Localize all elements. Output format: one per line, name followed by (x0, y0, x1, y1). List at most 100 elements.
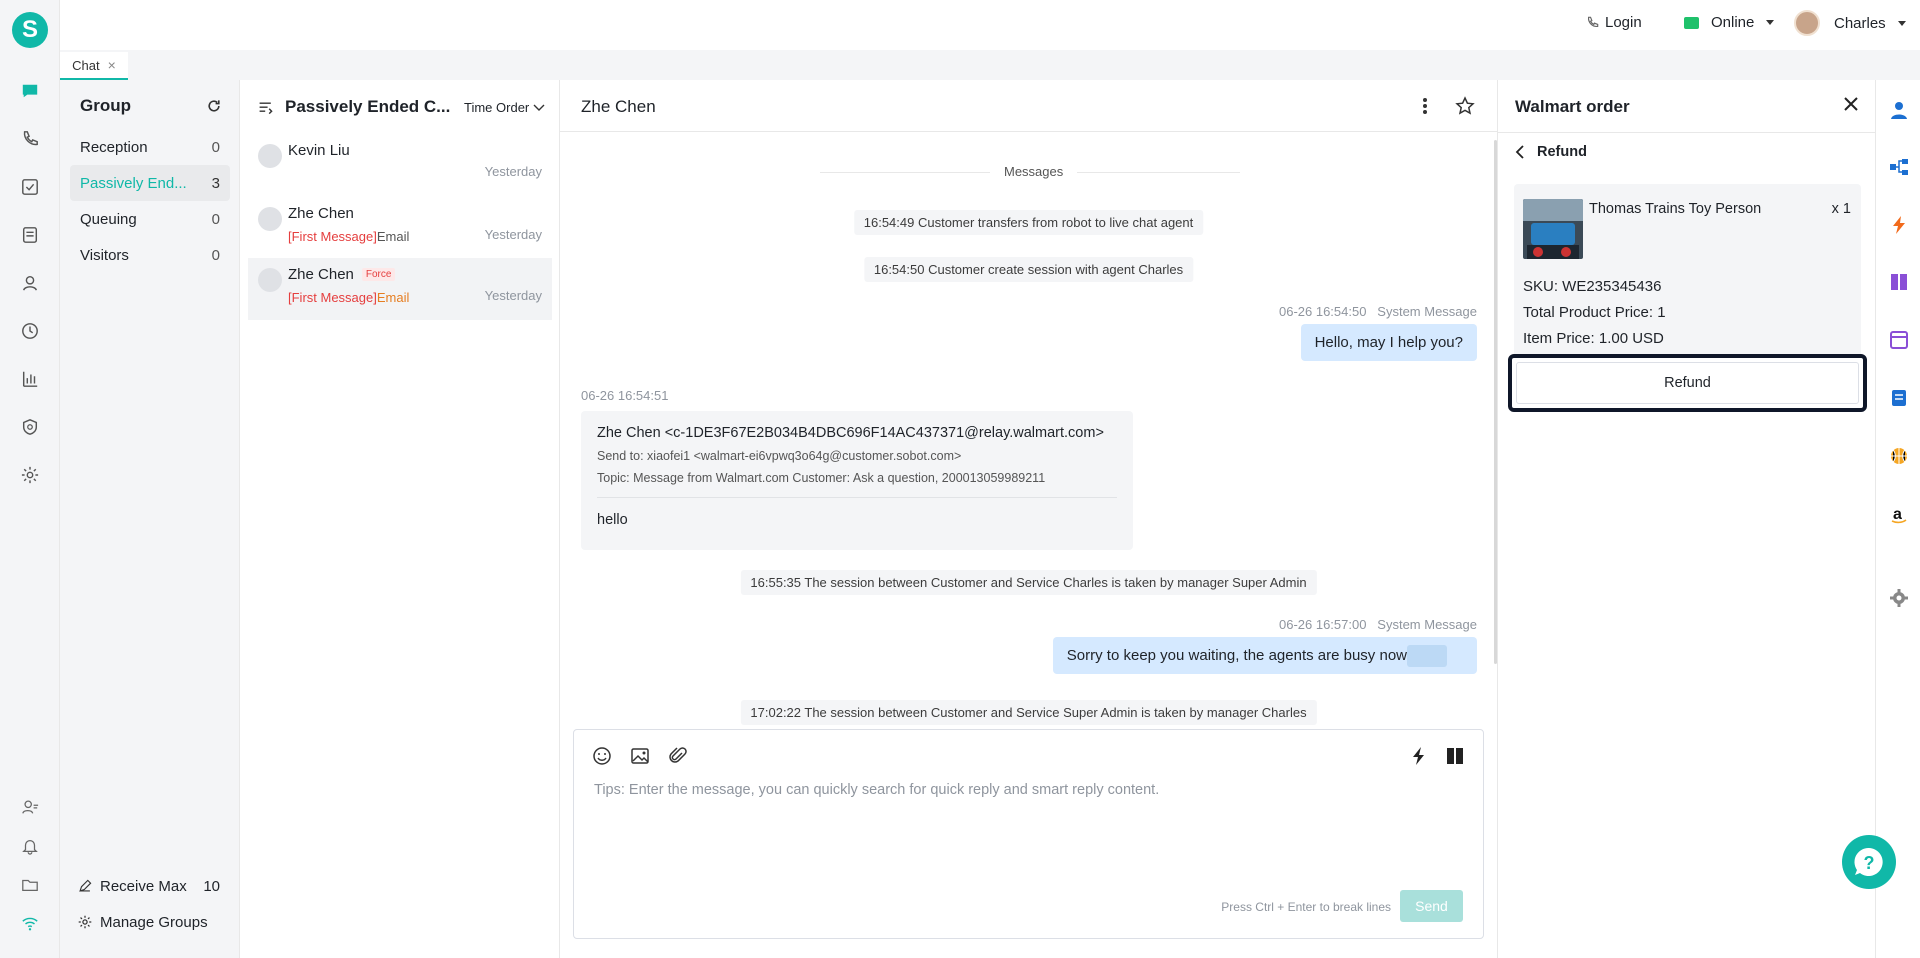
conversation-item[interactable]: Kevin Liu Yesterday (248, 134, 552, 196)
status-dropdown[interactable]: Online (1684, 14, 1775, 31)
login-link[interactable]: Login (1586, 14, 1642, 31)
item-price-text: Item Price: 1.00 USD (1523, 330, 1664, 347)
history-icon[interactable] (19, 320, 41, 342)
knowledge-book-icon[interactable] (1446, 746, 1464, 771)
attachment-icon[interactable] (668, 746, 688, 771)
tab-chat[interactable]: Chat × (60, 52, 128, 80)
group-item-queuing[interactable]: Queuing 0 (80, 202, 220, 236)
svg-text:?: ? (1864, 853, 1875, 873)
tab-strip: Chat × (60, 50, 1920, 80)
chat-contact-name: Zhe Chen (581, 97, 656, 116)
avatar (258, 144, 282, 168)
receive-max-label: Receive Max (100, 877, 187, 895)
close-icon[interactable] (1843, 96, 1859, 117)
first-message-tag: [First Message] (288, 229, 377, 244)
contact-name: Zhe Chen (288, 205, 354, 222)
folder-icon[interactable] (19, 874, 41, 896)
basketball-icon[interactable] (1889, 446, 1909, 466)
lightning-icon[interactable] (1889, 215, 1909, 235)
chat-icon[interactable] (19, 80, 41, 102)
settings-gear-icon[interactable] (19, 464, 41, 486)
order-panel: Walmart order Refund Thomas Trains Toy P… (1497, 80, 1876, 958)
channel-label: Email (376, 290, 410, 305)
crm-flow-icon[interactable] (1889, 157, 1909, 177)
message-sender: System Message (1377, 617, 1477, 632)
message-time: 06-26 16:54:50 (1278, 304, 1367, 319)
email-message-card: Zhe Chen <c-1DE3F67E2B034B4DBC696F14AC43… (581, 411, 1133, 550)
quality-icon[interactable] (19, 416, 41, 438)
phone-small-icon (1588, 16, 1599, 27)
system-notice: 17:02:22 The session between Customer an… (740, 700, 1317, 725)
refund-button[interactable]: Refund (1516, 362, 1859, 404)
tickets-icon[interactable] (19, 224, 41, 246)
back-button[interactable]: Refund (1515, 144, 1587, 160)
manage-groups-button[interactable]: Manage Groups (78, 905, 220, 939)
more-vertical-icon[interactable] (1422, 97, 1428, 120)
quick-reply-lightning-icon[interactable] (1410, 746, 1428, 771)
star-icon[interactable] (1455, 96, 1475, 121)
receive-max-control[interactable]: Receive Max 10 (78, 869, 220, 903)
system-notice: 16:54:49 Customer transfers from robot t… (853, 210, 1204, 235)
user-menu[interactable]: Charles (1794, 10, 1906, 36)
contacts-icon[interactable] (19, 272, 41, 294)
reports-icon[interactable] (19, 368, 41, 390)
phone-icon[interactable] (19, 128, 41, 150)
conversation-name: Zhe Chen (288, 205, 354, 222)
group-item-passively-ended[interactable]: Passively End... 3 (80, 166, 220, 200)
amazon-icon[interactable]: a (1889, 504, 1909, 524)
conversation-time: Yesterday (484, 227, 542, 242)
customer-profile-icon[interactable] (1889, 100, 1909, 120)
total-price-text: Total Product Price: 1 (1523, 304, 1666, 321)
agent-status-icon[interactable] (19, 796, 41, 818)
document-icon[interactable] (1889, 388, 1909, 408)
conversation-preview: [First Message]Email (288, 229, 409, 244)
system-notice: 16:54:50 Customer create session with ag… (863, 257, 1194, 282)
knowledge-base-icon[interactable] (1889, 272, 1909, 292)
email-topic: Topic: Message from Walmart.com Customer… (597, 471, 1117, 498)
group-title: Group (80, 96, 131, 115)
email-from: Zhe Chen <c-1DE3F67E2B034B4DBC696F14AC43… (597, 425, 1104, 441)
refresh-icon[interactable] (206, 98, 222, 119)
send-button[interactable]: Send (1400, 890, 1463, 922)
email-body: hello (597, 512, 628, 528)
user-name: Charles (1834, 14, 1886, 32)
product-name: Thomas Trains Toy Person (1589, 201, 1762, 217)
app-logo: S (12, 12, 48, 48)
conversation-item[interactable]: Zhe Chen [First Message]Email Yesterday (248, 197, 552, 259)
close-icon[interactable]: × (108, 57, 116, 73)
settings-gear-icon[interactable] (1889, 588, 1909, 608)
group-item-reception[interactable]: Reception 0 (80, 130, 220, 164)
avatar (258, 268, 282, 292)
group-item-visitors[interactable]: Visitors 0 (80, 238, 220, 272)
system-notice: 16:55:35 The session between Customer an… (740, 570, 1317, 595)
help-chat-button[interactable]: ? (1842, 835, 1896, 889)
conversation-item-selected[interactable]: Zhe Chen Force [First Message]Email Yest… (248, 258, 552, 320)
image-icon[interactable] (630, 746, 650, 771)
conversation-name: Kevin Liu (288, 142, 350, 159)
composer-input[interactable]: Tips: Enter the message, you can quickly… (594, 782, 1159, 798)
conversation-name: Zhe Chen Force (288, 266, 396, 283)
message-text: Sorry to keep you waiting, the agents ar… (1066, 647, 1407, 664)
sort-dropdown[interactable]: Time Order (464, 100, 545, 115)
emoji-icon[interactable] (592, 746, 612, 771)
message-meta: 06-26 16:54:50 System Message (1279, 304, 1477, 319)
order-item-card: Thomas Trains Toy Person x 1 SKU: WE2353… (1508, 184, 1867, 412)
messages-divider-label: Messages (990, 164, 1078, 179)
wifi-icon[interactable] (19, 912, 41, 934)
divider (1498, 132, 1876, 133)
list-filter-icon[interactable] (258, 100, 274, 121)
tasks-icon[interactable] (19, 176, 41, 198)
chevron-left-icon (1515, 145, 1524, 159)
bell-icon[interactable] (19, 835, 41, 857)
status-label: Online (1711, 14, 1755, 31)
order-panel-title: Walmart order (1515, 97, 1630, 116)
product-image (1523, 199, 1583, 259)
avatar (258, 207, 282, 231)
group-item-label: Visitors (80, 246, 129, 264)
calendar-window-icon[interactable] (1889, 330, 1909, 350)
composer-hint: Press Ctrl + Enter to break lines (1221, 900, 1391, 914)
group-item-label: Queuing (80, 210, 137, 228)
channel-label: Email (376, 229, 410, 244)
avatar (1794, 10, 1820, 36)
tab-label: Chat (72, 57, 100, 73)
